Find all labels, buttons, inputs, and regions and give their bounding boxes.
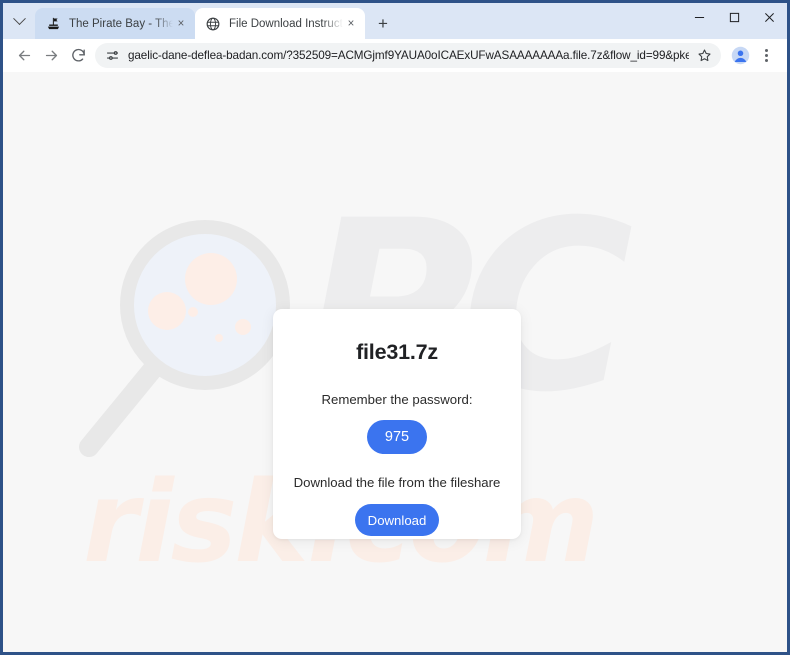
tab-title: The Pirate Bay - The galaxy's m xyxy=(69,17,173,30)
password-value-badge: 975 xyxy=(367,420,427,454)
back-button[interactable] xyxy=(11,42,38,69)
tab-close-button[interactable]: × xyxy=(343,16,359,32)
url-text: gaelic-dane-deflea-badan.com/?352509=ACM… xyxy=(128,49,689,62)
browser-tab-file-download[interactable]: File Download Instructions for f × xyxy=(195,8,365,39)
fileshare-instruction-label: Download the file from the fileshare xyxy=(293,475,501,490)
window-minimize-button[interactable] xyxy=(682,3,717,32)
star-icon[interactable] xyxy=(693,45,715,67)
address-bar[interactable]: gaelic-dane-deflea-badan.com/?352509=ACM… xyxy=(95,43,721,68)
reload-button[interactable] xyxy=(65,42,92,69)
magnifying-glass-icon xyxy=(79,220,290,457)
page-viewport: PC risk.com file31.7z Remember the passw… xyxy=(3,72,787,652)
file-name-title: file31.7z xyxy=(356,340,438,364)
browser-toolbar: gaelic-dane-deflea-badan.com/?352509=ACM… xyxy=(3,39,787,72)
chevron-down-icon xyxy=(12,11,26,25)
download-card: file31.7z Remember the password: 975 Dow… xyxy=(273,309,521,539)
window-close-button[interactable] xyxy=(752,3,787,32)
browser-window: The Pirate Bay - The galaxy's m × File D… xyxy=(3,3,787,652)
tab-title: File Download Instructions for f xyxy=(229,17,343,30)
password-label: Remember the password: xyxy=(321,392,473,407)
profile-avatar-icon[interactable] xyxy=(727,43,753,69)
window-controls xyxy=(682,3,787,39)
browser-tab-pirate-bay[interactable]: The Pirate Bay - The galaxy's m × xyxy=(35,8,195,39)
pirate-ship-icon xyxy=(45,16,61,32)
menu-dots xyxy=(764,48,768,63)
three-dots-menu-icon[interactable] xyxy=(753,43,779,69)
download-button[interactable]: Download xyxy=(355,504,439,536)
tab-search-button[interactable] xyxy=(3,3,35,39)
globe-icon xyxy=(205,16,221,32)
forward-button[interactable] xyxy=(38,42,65,69)
new-tab-button[interactable]: + xyxy=(369,9,397,37)
tab-close-button[interactable]: × xyxy=(173,16,189,32)
tune-settings-icon[interactable] xyxy=(104,47,121,64)
window-maximize-button[interactable] xyxy=(717,3,752,32)
tab-strip: The Pirate Bay - The galaxy's m × File D… xyxy=(3,3,787,39)
